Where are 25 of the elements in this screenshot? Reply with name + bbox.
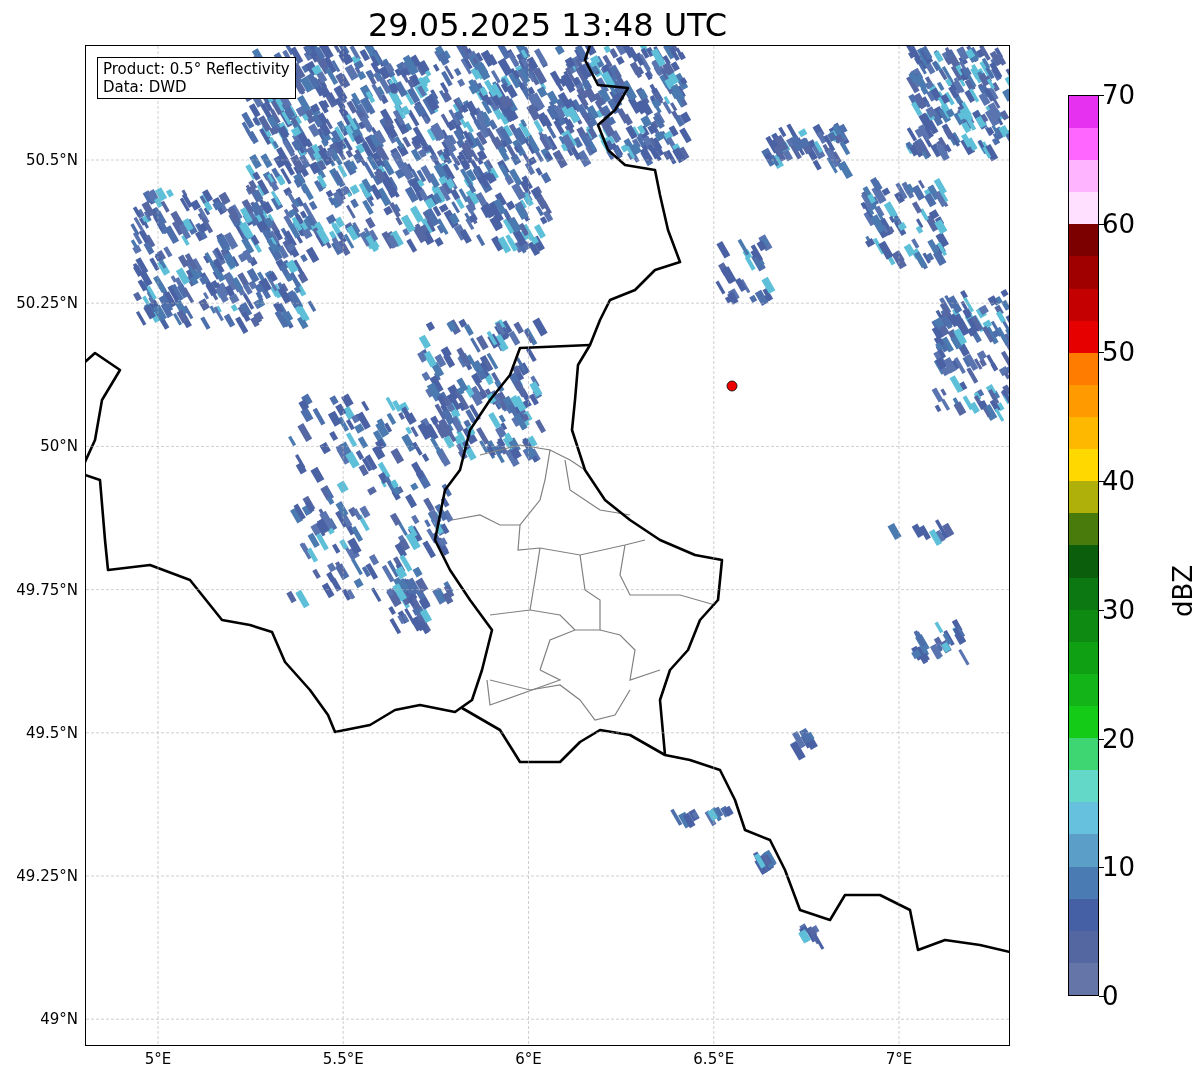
latitude-label: 49.5°N (25, 724, 78, 741)
colorbar-label: dBZ (1168, 564, 1198, 618)
radar-site-marker (726, 380, 738, 392)
latitude-label: 50.25°N (16, 295, 78, 312)
longitude-label: 6.5°E (693, 1051, 735, 1067)
tick-label: 20 (1102, 725, 1136, 752)
longitude-label: 6°E (515, 1051, 542, 1067)
tick-label: 0 (1102, 983, 1119, 1009)
longitude-label: 5.5°E (322, 1051, 364, 1067)
longitude-label: 5°E (144, 1051, 172, 1067)
tick-label: 10 (1102, 854, 1136, 881)
longitude-label: 7°E (885, 1051, 913, 1067)
latitude-label: 49.75°N (16, 581, 78, 598)
latitude-label: 49.25°N (16, 868, 78, 884)
tick-label: 70 (1102, 82, 1136, 108)
latitude-label: 50°N (40, 438, 78, 455)
latitude-label: 50.5°N (25, 152, 78, 168)
latitude-label: 49°N (40, 1011, 78, 1028)
tick-label: 30 (1102, 596, 1136, 623)
tick-label: 40 (1102, 468, 1136, 495)
tick-label: 50 (1102, 339, 1136, 366)
chart-title: 29.05.2025 13:48 UTC (367, 5, 728, 45)
info-text: Product: 0.5° Reflectivity (103, 60, 290, 78)
info-text: Data: DWD (103, 78, 188, 96)
tick-label: 60 (1102, 210, 1136, 237)
